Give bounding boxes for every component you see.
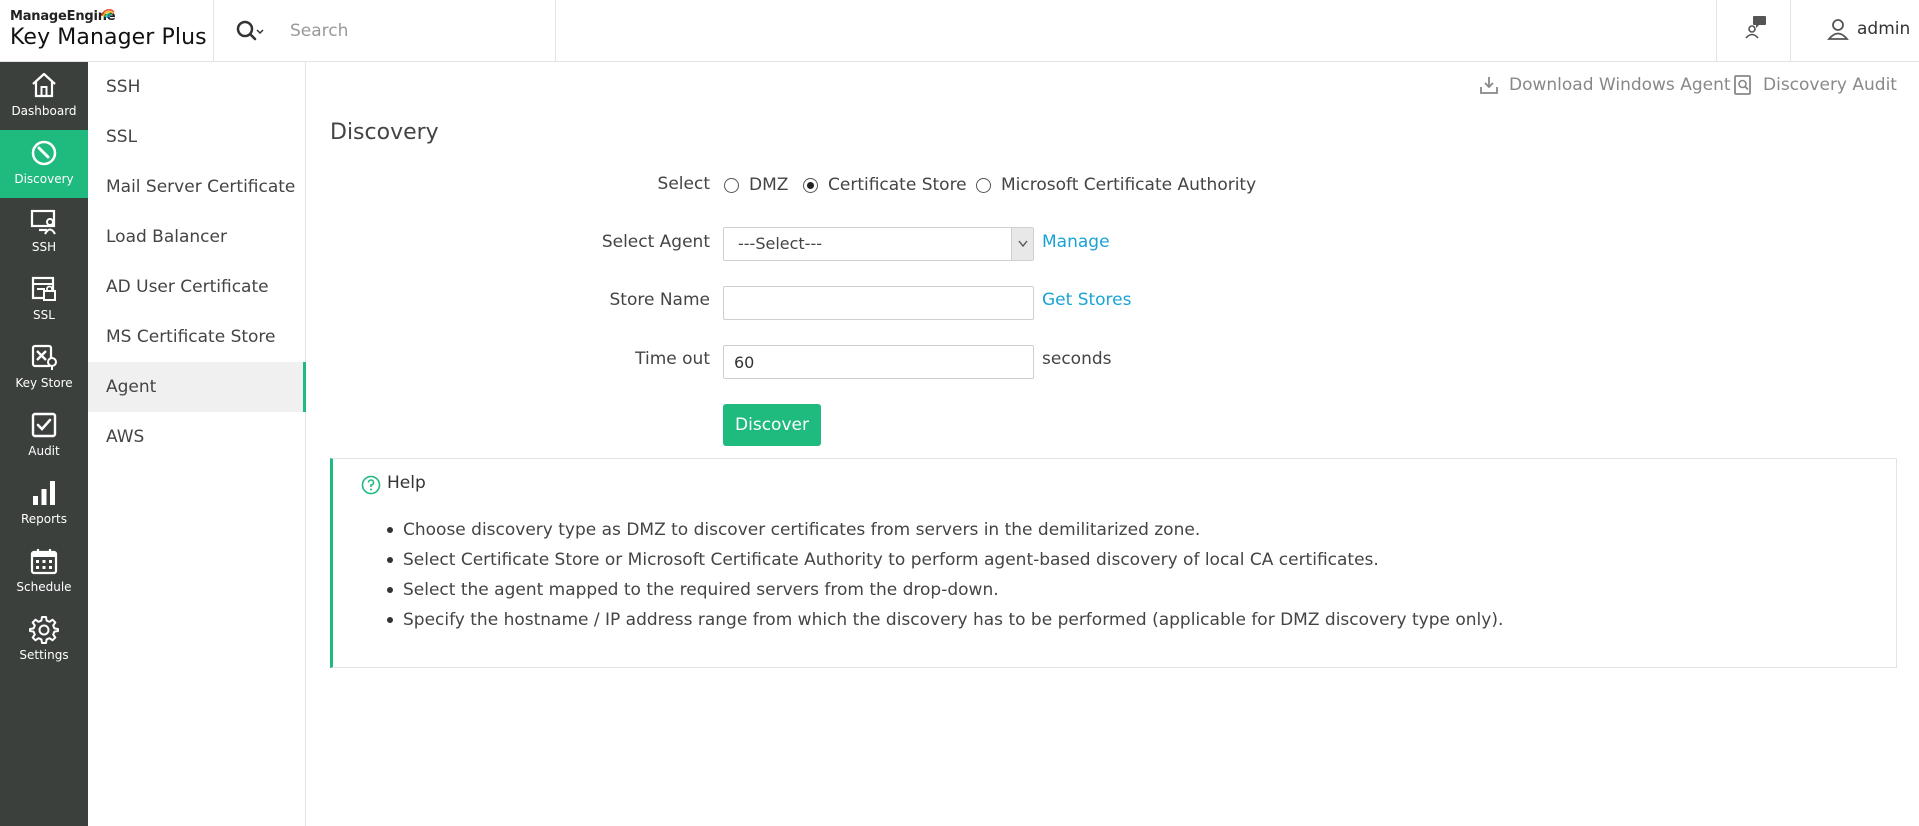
brand-arc-icon <box>101 9 115 18</box>
app-header: ManageEngine Key Manager Plus admin <box>0 0 1919 62</box>
chevron-down-icon[interactable] <box>1011 228 1033 260</box>
help-item: Choose discovery type as DMZ to discover… <box>385 517 1503 547</box>
search-input[interactable] <box>290 16 540 46</box>
nav-item-reports[interactable]: Reports <box>0 470 88 538</box>
nav-item-ssl[interactable]: SSL <box>0 266 88 334</box>
top-actions: Download Windows Agent Discovery Audit <box>1479 70 1919 100</box>
help-panel: Help Choose discovery type as DMZ to dis… <box>330 458 1897 668</box>
user-name: admin <box>1857 19 1911 39</box>
nav-item-schedule[interactable]: Schedule <box>0 538 88 606</box>
nav-label: Key Store <box>15 376 73 390</box>
subnav-item-ms-certificate-store[interactable]: MS Certificate Store <box>88 312 306 362</box>
chat-user-icon[interactable] <box>1745 14 1767 40</box>
get-stores-link[interactable]: Get Stores <box>1042 290 1132 310</box>
key-store-icon <box>31 344 57 370</box>
timeout-label: Time out <box>635 349 710 369</box>
nav-item-dashboard[interactable]: Dashboard <box>0 62 88 130</box>
main-navigation: Dashboard Discovery SSH SSL Key Store Au… <box>0 62 88 826</box>
agent-select-value: ---Select--- <box>738 234 822 253</box>
discovery-subnav: SSH SSL Mail Server Certificate Load Bal… <box>88 62 306 826</box>
search-icon[interactable] <box>234 18 264 44</box>
product-name: Key Manager Plus <box>10 25 207 50</box>
subnav-item-load-balancer[interactable]: Load Balancer <box>88 212 306 262</box>
discovery-audit-label: Discovery Audit <box>1763 75 1897 95</box>
radio-circle <box>976 178 991 193</box>
nav-label: Discovery <box>14 172 74 186</box>
help-item: Specify the hostname / IP address range … <box>385 607 1503 637</box>
nav-item-audit[interactable]: Audit <box>0 402 88 470</box>
select-agent-label: Select Agent <box>601 232 710 252</box>
page-title: Discovery <box>330 120 439 145</box>
nav-label: SSL <box>33 308 55 322</box>
audit-icon <box>31 412 57 438</box>
help-item: Select the agent mapped to the required … <box>385 577 1503 607</box>
store-name-label: Store Name <box>609 290 711 310</box>
agent-select[interactable]: ---Select--- <box>723 227 1034 261</box>
discovery-icon <box>31 140 57 166</box>
nav-label: SSH <box>31 240 57 254</box>
discover-button[interactable]: Discover <box>723 404 821 446</box>
select-type-label: Select <box>657 174 710 194</box>
search-bar <box>214 0 556 62</box>
discovery-type-radio-group: DMZ Certificate Store Microsoft Certific… <box>724 174 1324 200</box>
radio-label: Microsoft Certificate Authority <box>1001 175 1257 195</box>
nav-label: Reports <box>20 512 68 526</box>
subnav-item-aws[interactable]: AWS <box>88 412 306 462</box>
help-item: Select Certificate Store or Microsoft Ce… <box>385 547 1503 577</box>
radio-circle <box>803 178 818 193</box>
radio-circle <box>724 178 739 193</box>
subnav-item-agent[interactable]: Agent <box>88 362 306 412</box>
main-content: Download Windows Agent Discovery Audit D… <box>306 62 1919 826</box>
help-list: Choose discovery type as DMZ to discover… <box>385 517 1503 637</box>
nav-item-key-store[interactable]: Key Store <box>0 334 88 402</box>
ssh-icon <box>30 209 56 235</box>
nav-label: Audit <box>28 444 60 458</box>
nav-label: Dashboard <box>11 104 77 118</box>
ssl-icon <box>31 276 56 301</box>
radio-label: Certificate Store <box>828 175 967 195</box>
gear-icon <box>29 616 59 644</box>
user-icon <box>1827 19 1849 40</box>
timeout-input[interactable] <box>723 345 1034 379</box>
nav-label: Schedule <box>16 580 72 594</box>
subnav-item-ad-user-certificate[interactable]: AD User Certificate <box>88 262 306 312</box>
calendar-icon <box>30 549 58 575</box>
nav-item-settings[interactable]: Settings <box>0 606 88 674</box>
store-name-input[interactable] <box>723 286 1034 320</box>
nav-item-discovery[interactable]: Discovery <box>0 130 88 198</box>
subnav-item-mail-server-certificate[interactable]: Mail Server Certificate <box>88 162 306 212</box>
nav-label: Settings <box>19 648 69 662</box>
help-icon <box>361 475 381 495</box>
user-menu[interactable]: admin <box>1790 0 1919 62</box>
notification-area <box>1716 0 1790 62</box>
download-windows-agent-label: Download Windows Agent <box>1509 75 1731 95</box>
timeout-unit: seconds <box>1042 349 1112 369</box>
reports-icon <box>33 481 55 505</box>
home-icon <box>32 72 56 98</box>
nav-item-ssh[interactable]: SSH <box>0 198 88 266</box>
help-title: Help <box>387 473 426 493</box>
manage-link[interactable]: Manage <box>1042 232 1110 252</box>
app-logo[interactable]: ManageEngine Key Manager Plus <box>0 0 214 62</box>
radio-label: DMZ <box>749 175 789 195</box>
subnav-item-ssh[interactable]: SSH <box>88 62 306 112</box>
subnav-item-ssl[interactable]: SSL <box>88 112 306 162</box>
download-icon <box>1480 77 1498 94</box>
audit-search-icon <box>1734 75 1751 95</box>
